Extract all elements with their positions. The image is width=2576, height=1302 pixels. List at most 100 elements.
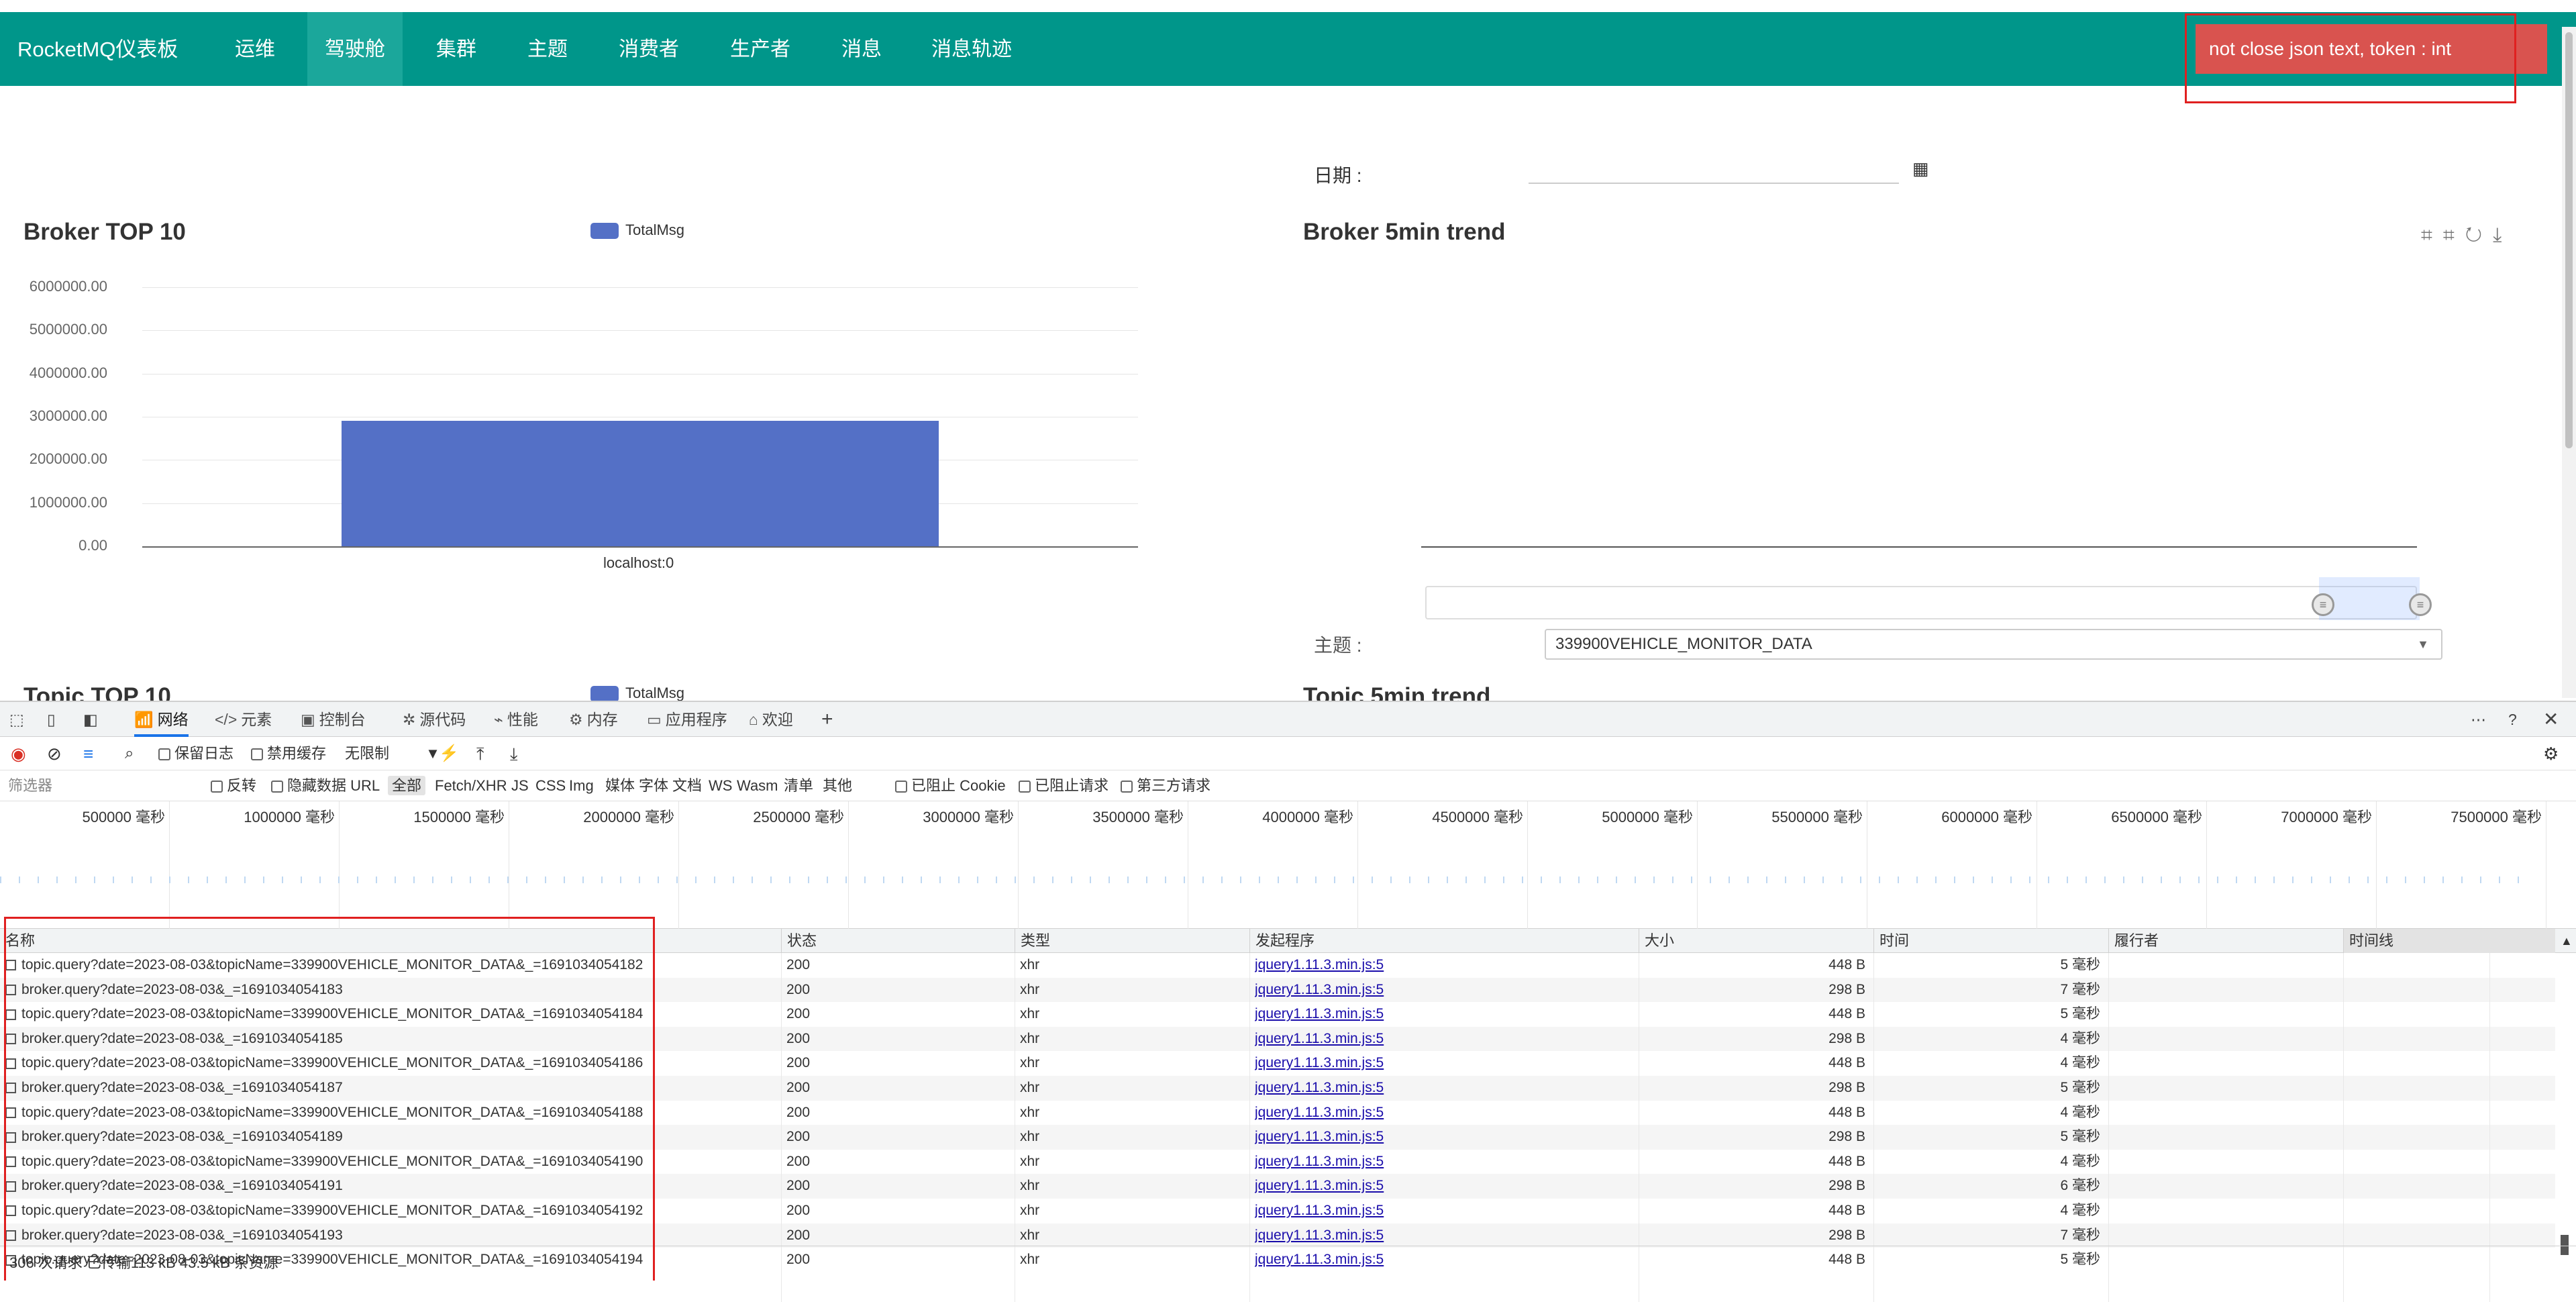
col-time[interactable]: 时间 [1873, 929, 1909, 953]
checkbox[interactable] [271, 781, 283, 793]
preserve-log-checkbox[interactable]: 保留日志 [158, 737, 234, 770]
request-initiator-cell[interactable]: jquery1.11.3.min.js:5 [1255, 1174, 1590, 1198]
dock-icon[interactable]: ◧ [83, 702, 98, 737]
brand-title[interactable]: RocketMQ仪表板 [17, 32, 178, 62]
checkbox[interactable] [158, 748, 170, 761]
download-icon[interactable]: ⤓ [2493, 224, 2512, 246]
inspect-icon[interactable]: ⬚ [9, 702, 24, 737]
filter-type-4[interactable]: Img [569, 770, 594, 801]
filter-type-0[interactable]: 全部 [388, 770, 426, 801]
request-initiator-cell[interactable]: jquery1.11.3.min.js:5 [1255, 1002, 1590, 1026]
col-waterfall[interactable]: 时间线 [2343, 929, 2555, 953]
nav-item-cluster[interactable]: 集群 [419, 12, 494, 86]
zoom-icon[interactable]: ⌗ [2421, 224, 2443, 246]
search-icon[interactable]: ⌕ [125, 737, 134, 770]
datazoom-right-handle[interactable]: ≡ [2409, 593, 2432, 616]
network-conditions-icon[interactable]: ⚡ [439, 737, 459, 770]
request-initiator-cell[interactable]: jquery1.11.3.min.js:5 [1255, 1199, 1590, 1223]
network-overview-timeline[interactable]: 500000 毫秒 1000000 毫秒 1500000 毫秒 2000000 毫秒 2… [0, 801, 2576, 929]
checkbox[interactable] [1121, 781, 1133, 793]
disable-cache-checkbox[interactable]: 禁用缓存 [251, 737, 326, 770]
clear-icon[interactable]: ⊘ [47, 737, 62, 770]
col-initiator[interactable]: 发起程序 [1249, 929, 1315, 953]
zoom-reset-icon[interactable]: ⌗ [2443, 224, 2465, 246]
col-type[interactable]: 类型 [1015, 929, 1050, 953]
request-initiator-cell[interactable]: jquery1.11.3.min.js:5 [1255, 1125, 1590, 1149]
filter-icon[interactable]: ≡ [83, 737, 93, 770]
datazoom-left-handle[interactable]: ≡ [2312, 593, 2334, 616]
chart-toolbox[interactable]: ⌗⌗↻⤓ [2421, 224, 2512, 247]
tab-welcome[interactable]: ⌂ 欢迎 [749, 702, 793, 737]
restore-icon[interactable]: ↻ [2465, 224, 2493, 246]
filter-type-10[interactable]: 清单 [784, 770, 813, 801]
request-initiator-cell[interactable]: jquery1.11.3.min.js:5 [1255, 1101, 1590, 1125]
col-size[interactable]: 大小 [1639, 929, 1674, 953]
nav-item-cockpit[interactable]: 驾驶舱 [307, 12, 403, 86]
filter-type-9[interactable]: Wasm [737, 770, 778, 801]
checkbox[interactable] [895, 781, 907, 793]
filter-type-8[interactable]: WS [709, 770, 732, 801]
add-tab-icon[interactable]: + [821, 702, 833, 737]
close-icon[interactable]: ✕ [2543, 702, 2559, 737]
request-initiator-cell[interactable]: jquery1.11.3.min.js:5 [1255, 1076, 1590, 1100]
bar-localhost-0[interactable] [341, 421, 939, 546]
request-initiator-cell[interactable]: jquery1.11.3.min.js:5 [1255, 953, 1590, 977]
filter-input[interactable]: 筛选器 [8, 770, 52, 801]
more-options-icon[interactable]: ⋯ [2471, 702, 2486, 737]
legend-swatch [590, 223, 619, 240]
col-fulfilled-by[interactable]: 履行者 [2108, 929, 2159, 953]
datazoom-slider[interactable] [1425, 586, 2417, 619]
request-initiator-cell[interactable]: jquery1.11.3.min.js:5 [1255, 1051, 1590, 1075]
blocked-cookies-checkbox[interactable]: 已阻止 Cookie [895, 770, 1006, 801]
checkbox[interactable] [251, 748, 263, 761]
tab-console[interactable]: ▣ 控制台 [301, 702, 366, 737]
topic-top-legend[interactable]: TotalMsg [590, 685, 684, 703]
filter-type-7[interactable]: 文档 [672, 770, 702, 801]
device-toggle-icon[interactable]: ▯ [47, 702, 56, 737]
filter-type-11[interactable]: 其他 [823, 770, 852, 801]
tab-sources[interactable]: ✲ 源代码 [403, 702, 466, 737]
date-input[interactable] [1529, 150, 1899, 184]
sort-up-icon[interactable]: ▲ [2555, 929, 2573, 953]
page-scrollbar[interactable] [2562, 27, 2576, 698]
nav-item-consumer[interactable]: 消费者 [601, 12, 697, 86]
request-initiator-cell[interactable]: jquery1.11.3.min.js:5 [1255, 1150, 1590, 1174]
request-initiator-cell[interactable]: jquery1.11.3.min.js:5 [1255, 1027, 1590, 1051]
tab-network[interactable]: 📶 网络 [134, 702, 189, 737]
record-icon[interactable]: ◉ [11, 737, 26, 770]
filter-type-5[interactable]: 媒体 [605, 770, 635, 801]
nav-item-topic[interactable]: 主题 [510, 12, 585, 86]
help-icon[interactable]: ? [2508, 702, 2517, 737]
filter-type-3[interactable]: CSS [535, 770, 566, 801]
settings-icon[interactable]: ⚙ [2543, 737, 2559, 770]
invert-checkbox[interactable]: 反转 [211, 770, 256, 801]
broker-top-legend[interactable]: TotalMsg [590, 221, 684, 240]
col-status[interactable]: 状态 [781, 929, 817, 953]
tab-elements[interactable]: </> 元素 [215, 702, 272, 737]
calendar-icon[interactable]: ▦ [1912, 158, 1929, 179]
filter-type-6[interactable]: 字体 [639, 770, 668, 801]
tab-application[interactable]: ▭ 应用程序 [647, 702, 727, 737]
checkbox[interactable] [211, 781, 223, 793]
request-initiator-cell[interactable]: jquery1.11.3.min.js:5 [1255, 978, 1590, 1002]
nav-item-producer[interactable]: 生产者 [713, 12, 808, 86]
download-har-icon[interactable]: ⤓ [510, 737, 518, 770]
topic-select[interactable]: 339900VEHICLE_MONITOR_DATA ▼ [1545, 629, 2442, 660]
third-party-checkbox[interactable]: 第三方请求 [1121, 770, 1210, 801]
tab-performance[interactable]: ⌁ 性能 [494, 702, 538, 737]
nav-item-message[interactable]: 消息 [824, 12, 899, 86]
request-initiator-cell[interactable]: jquery1.11.3.min.js:5 [1255, 1223, 1590, 1248]
upload-har-icon[interactable]: ⤒ [476, 737, 484, 770]
datazoom-selection[interactable] [2319, 577, 2420, 620]
checkbox[interactable] [1019, 781, 1031, 793]
nav-item-message-trace[interactable]: 消息轨迹 [914, 12, 1029, 86]
page-scrollbar-thumb[interactable] [2565, 32, 2573, 448]
filter-type-2[interactable]: JS [511, 770, 529, 801]
hide-data-url-checkbox[interactable]: 隐藏数据 URL [271, 770, 380, 801]
throttle-select[interactable]: 无限制 ▼ [345, 737, 440, 770]
nav-item-ops[interactable]: 运维 [217, 12, 293, 86]
filter-type-1[interactable]: Fetch/XHR [435, 770, 507, 801]
tab-memory[interactable]: ⚙ 内存 [569, 702, 618, 737]
blocked-requests-checkbox[interactable]: 已阻止请求 [1019, 770, 1109, 801]
table-scrollbar[interactable] [2555, 953, 2576, 1255]
